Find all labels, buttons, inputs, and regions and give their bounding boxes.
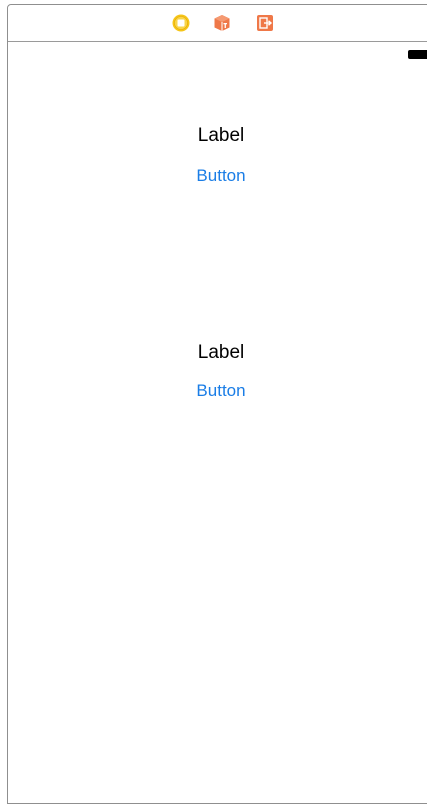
button-2[interactable]: Button [8,380,427,402]
view-canvas: Label Button Label Button [8,42,427,803]
button-1[interactable]: Button [8,165,427,187]
battery-icon [408,50,427,59]
scene-frame: Label Button Label Button [7,4,427,804]
label-1: Label [197,125,245,146]
view-controller-icon[interactable] [172,14,190,32]
scene-dock [8,5,427,42]
exit-icon[interactable] [256,14,274,32]
label-2: Label [197,342,245,363]
first-responder-icon[interactable] [213,14,231,32]
